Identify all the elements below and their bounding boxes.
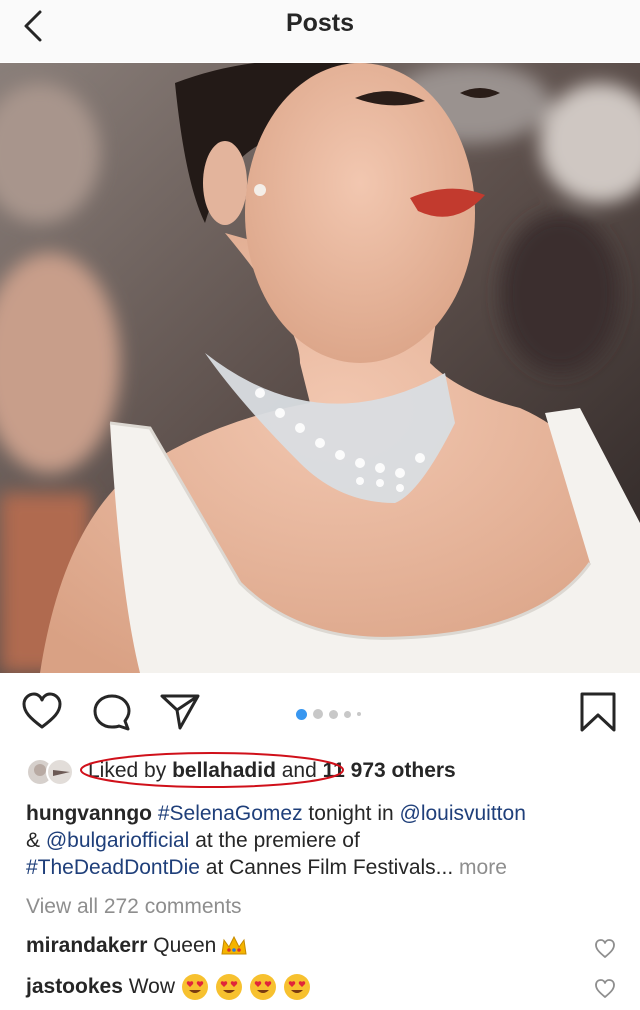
comment-row: mirandakerr Queen	[26, 934, 248, 958]
crown-emoji-icon	[221, 935, 247, 955]
comment-like-heart-icon[interactable]	[594, 978, 616, 1000]
caption-mention[interactable]: @louisvuitton	[400, 802, 526, 825]
post-photo[interactable]	[0, 63, 640, 673]
carousel-dot	[357, 712, 361, 716]
comment-like-heart-icon[interactable]	[594, 938, 616, 960]
comment-username[interactable]: mirandakerr	[26, 934, 147, 958]
bookmark-save-icon[interactable]	[576, 690, 620, 734]
caption-mention[interactable]: @bulgariofficial	[46, 829, 190, 852]
carousel-dot	[329, 709, 338, 719]
heart-eyes-emoji-icon	[216, 974, 243, 1000]
carousel-dot-active	[296, 708, 307, 720]
carousel-indicator	[296, 708, 361, 720]
comment-row: jastookes Wow	[26, 973, 311, 1001]
post-caption: hungvanngo #SelenaGomez tonight in @loui…	[26, 800, 616, 881]
post-action-bar	[0, 690, 640, 736]
comment-text: Wow	[128, 975, 176, 998]
page-title: Posts	[285, 9, 355, 37]
like-heart-icon[interactable]	[20, 690, 64, 734]
liker-username[interactable]: bellahadid	[172, 759, 276, 782]
caption-username[interactable]: hungvanngo	[26, 802, 152, 825]
likes-summary[interactable]: Liked by bellahadid and 11 973 others	[26, 752, 626, 788]
caption-line-3: #TheDeadDontDie at Cannes Film Festivals…	[26, 854, 616, 881]
likes-middle: and	[275, 759, 323, 782]
comment-text: Queen	[153, 934, 217, 957]
caption-hashtag[interactable]: #TheDeadDontDie	[26, 856, 200, 879]
comment-bubble-icon[interactable]	[90, 690, 134, 734]
caption-text: &	[26, 829, 46, 852]
likes-text: Liked by bellahadid and 11 973 others	[88, 759, 456, 783]
heart-eyes-emoji-icon	[250, 974, 277, 1000]
caption-more-link[interactable]: more	[459, 856, 507, 879]
carousel-dot	[313, 709, 323, 719]
caption-text: at the premiere of	[189, 829, 360, 852]
caption-line-1: hungvanngo #SelenaGomez tonight in @loui…	[26, 800, 616, 827]
heart-eyes-emoji-icon	[182, 974, 209, 1000]
caption-text: at Cannes Film Festivals...	[199, 856, 454, 879]
share-send-icon[interactable]	[158, 690, 202, 734]
comment-username[interactable]: jastookes	[26, 975, 123, 999]
view-all-comments-link[interactable]: View all 272 comments	[26, 895, 242, 919]
caption-hashtag[interactable]: #SelenaGomez	[158, 802, 303, 825]
likes-prefix: Liked by	[88, 759, 173, 782]
heart-eyes-emoji-icon	[284, 974, 311, 1000]
post-image	[0, 63, 640, 673]
carousel-dot	[344, 710, 351, 718]
likes-count[interactable]: 11 973 others	[323, 759, 456, 782]
liker-avatars	[26, 758, 74, 786]
top-nav-bar: Posts	[0, 0, 640, 62]
caption-line-2: & @bulgariofficial at the premiere of	[26, 827, 616, 854]
caption-text: tonight in	[302, 802, 400, 825]
